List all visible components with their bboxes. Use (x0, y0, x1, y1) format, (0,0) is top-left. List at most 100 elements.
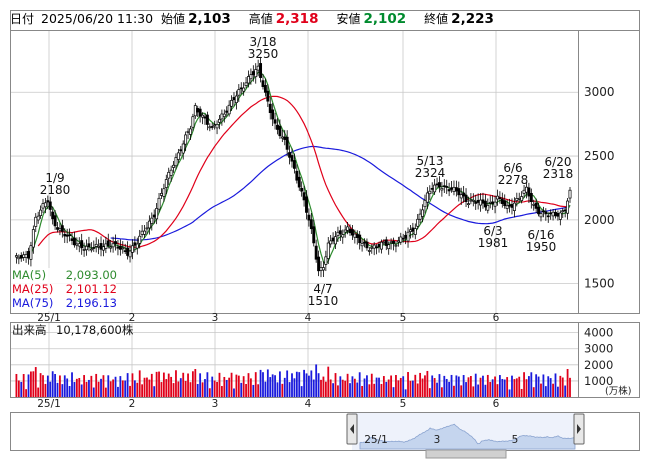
volume-bar (131, 373, 134, 397)
candle-body (145, 227, 149, 230)
candle-body (520, 196, 524, 201)
volume-bar (491, 379, 494, 397)
volume-bar (39, 373, 42, 397)
volume-bar (88, 379, 90, 397)
volume-tick-label: 2000 (584, 358, 613, 372)
candle-body (365, 241, 369, 249)
volume-bar (252, 384, 255, 397)
candle-body (375, 246, 379, 249)
volume-bar (525, 379, 528, 397)
volume-bar (199, 373, 202, 397)
volume-bar (361, 385, 364, 397)
y-tick-label: 2000 (584, 213, 615, 227)
volume-bar (269, 377, 272, 397)
candle-body (295, 170, 299, 181)
candle-body (379, 241, 383, 250)
candle-body (24, 254, 28, 258)
volume-bar (216, 381, 218, 397)
volume-bar (397, 380, 400, 397)
volume-x-tick-label: 25/1 (37, 398, 61, 410)
volume-bar (155, 371, 158, 397)
volume-bar (250, 378, 252, 397)
candle-body (346, 226, 350, 231)
volume-legend-label: 出来高 (12, 323, 47, 337)
candle-body (561, 210, 565, 213)
candle-body (348, 228, 352, 234)
candle-body (218, 118, 221, 123)
volume-bar (208, 388, 211, 397)
candle-body (421, 209, 424, 217)
volume-bar (126, 373, 129, 397)
volume-bar (117, 386, 119, 397)
volume-bar (25, 389, 27, 397)
navigator-label: 25/1 (364, 434, 388, 446)
volume-bar (537, 376, 540, 397)
volume-legend-value: 10,178,600株 (56, 323, 134, 337)
candle-body (116, 246, 120, 249)
volume-bar (245, 383, 247, 397)
candle-body (276, 124, 279, 130)
candle-body (399, 236, 403, 243)
volume-bar (293, 378, 296, 397)
volume-bar (479, 377, 482, 397)
candle-body (358, 234, 362, 244)
candle-body (179, 149, 183, 152)
candle-body (280, 136, 284, 139)
volume-bar (211, 376, 214, 397)
candle-body (404, 234, 408, 239)
volume-bar (518, 376, 521, 397)
candle-body (65, 234, 69, 237)
candle-body (106, 240, 110, 246)
volume-bar (276, 382, 279, 397)
volume-bar (97, 381, 100, 397)
ma-legend-value: 2,196.13 (66, 296, 117, 310)
candle-body (186, 130, 190, 133)
candle-body (401, 237, 405, 240)
volume-bar (78, 377, 81, 397)
candle-body (157, 197, 161, 210)
volume-bar (523, 372, 525, 397)
candle-body (321, 267, 325, 271)
volume-bar (515, 378, 518, 397)
volume-bar (448, 381, 451, 397)
candle-body (56, 227, 59, 230)
candle-body (503, 200, 507, 207)
volume-x-tick-label: 3 (212, 398, 219, 410)
candle-body (329, 240, 333, 245)
volume-bar (561, 377, 564, 397)
volume-bar (17, 380, 20, 397)
volume-bar (460, 385, 463, 397)
volume-bar (95, 373, 98, 397)
candle-body (290, 155, 294, 162)
candle-body (486, 205, 490, 211)
volume-bar (90, 375, 93, 397)
candle-body (515, 198, 519, 201)
x-tick-label: 4 (305, 312, 312, 324)
volume-bar (496, 384, 499, 397)
navigator-scrollbar[interactable] (425, 449, 507, 459)
candle-body (133, 242, 137, 246)
volume-bar (254, 372, 257, 397)
stock-chart-svg: 1500200025003000 1000200030004000(万株) 25… (0, 0, 653, 470)
candle-body (22, 254, 26, 258)
annotation-value: 2318 (543, 167, 574, 181)
candle-body (169, 169, 173, 176)
volume-bar (114, 376, 117, 397)
candle-body (225, 110, 229, 113)
volume-bar (513, 379, 516, 397)
volume-bar (271, 374, 274, 397)
candle-body (488, 201, 492, 204)
volume-bar (201, 382, 204, 397)
volume-bar (204, 379, 206, 397)
candle-body (336, 231, 340, 236)
volume-bar (220, 386, 223, 397)
volume-bar (332, 383, 334, 397)
candle-body (97, 245, 101, 248)
volume-bar (30, 371, 32, 397)
volume-bar (83, 375, 86, 397)
volume-bar (68, 386, 71, 397)
volume-bar (73, 382, 76, 397)
y-tick-label: 3000 (584, 85, 615, 99)
volume-bar (51, 371, 54, 397)
volume-bar (416, 383, 419, 397)
